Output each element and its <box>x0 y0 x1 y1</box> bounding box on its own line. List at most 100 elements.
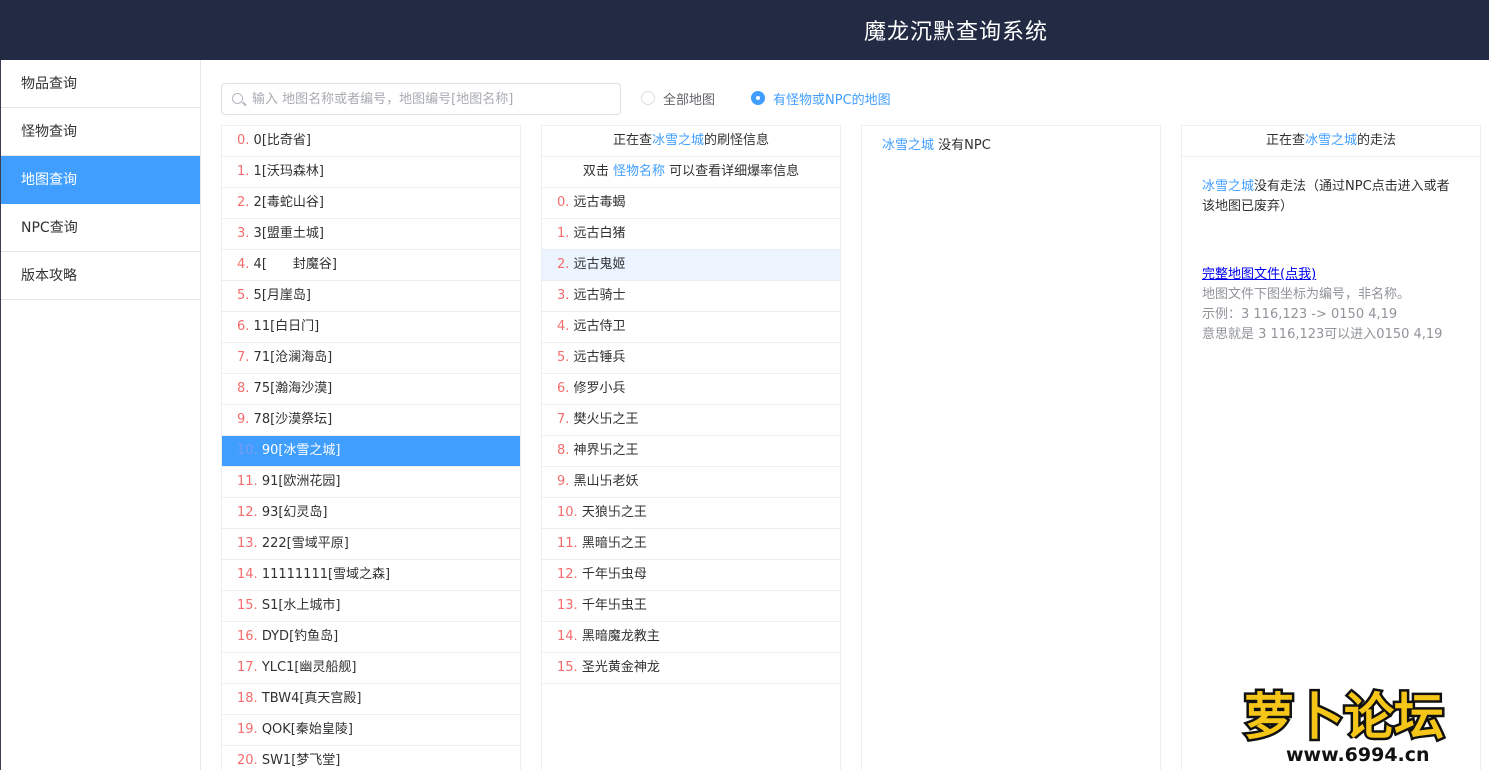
map-row[interactable]: 11. 91[欧洲花园] <box>222 467 520 498</box>
map-row-index-dot: . <box>245 319 254 334</box>
monster-row[interactable]: 2. 远古鬼姬 <box>542 250 840 281</box>
map-row-index-dot: . <box>245 288 254 303</box>
map-row-name: 3[盟重土城] <box>253 226 324 241</box>
map-row-name: 78[沙漠祭坛] <box>253 412 333 427</box>
map-row-name: 71[沧澜海岛] <box>253 350 333 365</box>
tip-suffix: 可以查看详细爆率信息 <box>665 164 800 179</box>
watermark-logo: 萝卜论坛 www.6994.cn <box>1242 686 1447 767</box>
map-row-index-dot: . <box>245 257 254 272</box>
map-row[interactable]: 0. 0[比奇省] <box>222 126 520 157</box>
map-row-name: 93[幻灵岛] <box>261 505 328 520</box>
monster-row-name: 天狼卐之王 <box>581 505 647 520</box>
map-row[interactable]: 5. 5[月崖岛] <box>222 281 520 312</box>
map-row-index-dot: . <box>253 629 262 644</box>
npc-map-link[interactable]: 冰雪之城 <box>882 138 934 153</box>
map-row[interactable]: 15. S1[水上城市] <box>222 591 520 622</box>
route-head-map[interactable]: 冰雪之城 <box>1305 133 1357 148</box>
monster-row[interactable]: 15. 圣光黄金神龙 <box>542 653 840 684</box>
map-row[interactable]: 13. 222[雪域平原] <box>222 529 520 560</box>
tip-prefix: 双击 <box>582 164 613 179</box>
map-search-input[interactable] <box>252 84 612 114</box>
map-row[interactable]: 9. 78[沙漠祭坛] <box>222 405 520 436</box>
monster-row-name: 修罗小兵 <box>573 381 626 396</box>
monster-row[interactable]: 9. 黑山卐老妖 <box>542 467 840 498</box>
map-row-index-dot: . <box>253 505 262 520</box>
monster-row-index-dot: . <box>573 505 582 520</box>
map-row[interactable]: 8. 75[瀚海沙漠] <box>222 374 520 405</box>
monster-row-name: 远古锤兵 <box>573 350 626 365</box>
map-row[interactable]: 16. DYD[钓鱼岛] <box>222 622 520 653</box>
map-row[interactable]: 6. 11[白日门] <box>222 312 520 343</box>
monster-row-index-dot: . <box>565 319 574 334</box>
map-row-name: 4[ 封魔谷] <box>253 257 337 272</box>
monster-row[interactable]: 7. 樊火卐之王 <box>542 405 840 436</box>
tip-link: 怪物名称 <box>612 164 665 179</box>
sidebar-item-npc[interactable]: NPC查询 <box>1 204 200 252</box>
monster-row-index-dot: . <box>565 288 574 303</box>
route-header: 正在查冰雪之城的走法 <box>1182 126 1480 157</box>
filter-all-maps-radio[interactable]: 全部地图 <box>641 88 715 108</box>
map-row[interactable]: 4. 4[ 封魔谷] <box>222 250 520 281</box>
monster-row-name: 千年卐虫母 <box>581 567 647 582</box>
monster-row[interactable]: 10. 天狼卐之王 <box>542 498 840 529</box>
map-row-index-dot: . <box>253 443 262 458</box>
monster-row[interactable]: 4. 远古侍卫 <box>542 312 840 343</box>
monster-row-index-dot: . <box>573 536 582 551</box>
monster-row-index-dot: . <box>573 598 582 613</box>
radio-checked-icon <box>751 91 765 105</box>
map-row[interactable]: 3. 3[盟重土城] <box>222 219 520 250</box>
monster-row-name: 神界卐之王 <box>573 443 639 458</box>
map-row-index: 19 <box>237 722 254 737</box>
monster-row[interactable]: 6. 修罗小兵 <box>542 374 840 405</box>
monster-head-map[interactable]: 冰雪之城 <box>652 133 704 148</box>
map-row[interactable]: 14. 11111111[雪域之森] <box>222 560 520 591</box>
map-row-index-dot: . <box>253 660 262 675</box>
map-row[interactable]: 1. 1[沃玛森林] <box>222 157 520 188</box>
monster-row-index: 10 <box>557 505 574 520</box>
monster-row[interactable]: 3. 远古骑士 <box>542 281 840 312</box>
map-row[interactable]: 7. 71[沧澜海岛] <box>222 343 520 374</box>
route-map-link[interactable]: 冰雪之城 <box>1202 179 1254 194</box>
monster-row-index-dot: . <box>565 226 574 241</box>
sidebar-item-monsters[interactable]: 怪物查询 <box>1 108 200 156</box>
route-status: 冰雪之城没有走法（通过NPC点击进入或者该地图已废弃） <box>1202 177 1460 217</box>
map-row[interactable]: 12. 93[幻灵岛] <box>222 498 520 529</box>
map-row[interactable]: 2. 2[毒蛇山谷] <box>222 188 520 219</box>
search-icon <box>232 93 243 104</box>
map-search-box <box>221 83 621 115</box>
map-row[interactable]: 17. YLC1[幽灵船舰] <box>222 653 520 684</box>
monster-row[interactable]: 1. 远古白猪 <box>542 219 840 250</box>
monster-row[interactable]: 14. 黑暗魔龙教主 <box>542 622 840 653</box>
sidebar-item-items[interactable]: 物品查询 <box>1 60 200 108</box>
map-row-index: 20 <box>237 753 254 768</box>
map-row-name: 5[月崖岛] <box>253 288 311 303</box>
full-map-file-link[interactable]: 完整地图文件(点我) <box>1202 267 1316 282</box>
monster-row[interactable]: 13. 千年卐虫王 <box>542 591 840 622</box>
map-row-index: 17 <box>237 660 254 675</box>
monster-row-name: 黑山卐老妖 <box>573 474 639 489</box>
route-body: 冰雪之城没有走法（通过NPC点击进入或者该地图已废弃） 完整地图文件(点我) 地… <box>1182 157 1480 345</box>
map-row-name: 91[欧洲花园] <box>261 474 341 489</box>
monster-row[interactable]: 8. 神界卐之王 <box>542 436 840 467</box>
monster-row[interactable]: 5. 远古锤兵 <box>542 343 840 374</box>
monster-row-name: 黑暗卐之王 <box>581 536 647 551</box>
monster-row[interactable]: 0. 远古毒蝎 <box>542 188 840 219</box>
monster-list: 正在查冰雪之城的刷怪信息 双击 怪物名称 可以查看详细爆率信息 0. 远古毒蝎 1… <box>541 125 841 770</box>
map-row[interactable]: 19. QOK[秦始皇陵] <box>222 715 520 746</box>
map-row[interactable]: 20. SW1[梦飞堂] <box>222 746 520 770</box>
sidebar: 物品查询 怪物查询 地图查询 NPC查询 版本攻略 <box>0 60 201 770</box>
monster-row-name: 远古侍卫 <box>573 319 626 334</box>
sidebar-item-guide[interactable]: 版本攻略 <box>1 252 200 300</box>
monster-row-name: 千年卐虫王 <box>581 598 647 613</box>
map-row[interactable]: 18. TBW4[真天宫殿] <box>222 684 520 715</box>
map-row[interactable]: 10. 90[冰雪之城] <box>222 436 520 467</box>
sidebar-item-maps[interactable]: 地图查询 <box>1 156 200 204</box>
monster-row[interactable]: 12. 千年卐虫母 <box>542 560 840 591</box>
map-row-index-dot: . <box>253 722 262 737</box>
monster-row-name: 远古鬼姬 <box>573 257 626 272</box>
map-row-name: QOK[秦始皇陵] <box>261 722 353 737</box>
monster-row[interactable]: 11. 黑暗卐之王 <box>542 529 840 560</box>
map-row-name: DYD[钓鱼岛] <box>261 629 339 644</box>
filter-monster-npc-label: 有怪物或NPC的地图 <box>773 92 891 108</box>
filter-monster-npc-radio[interactable]: 有怪物或NPC的地图 <box>751 88 891 108</box>
